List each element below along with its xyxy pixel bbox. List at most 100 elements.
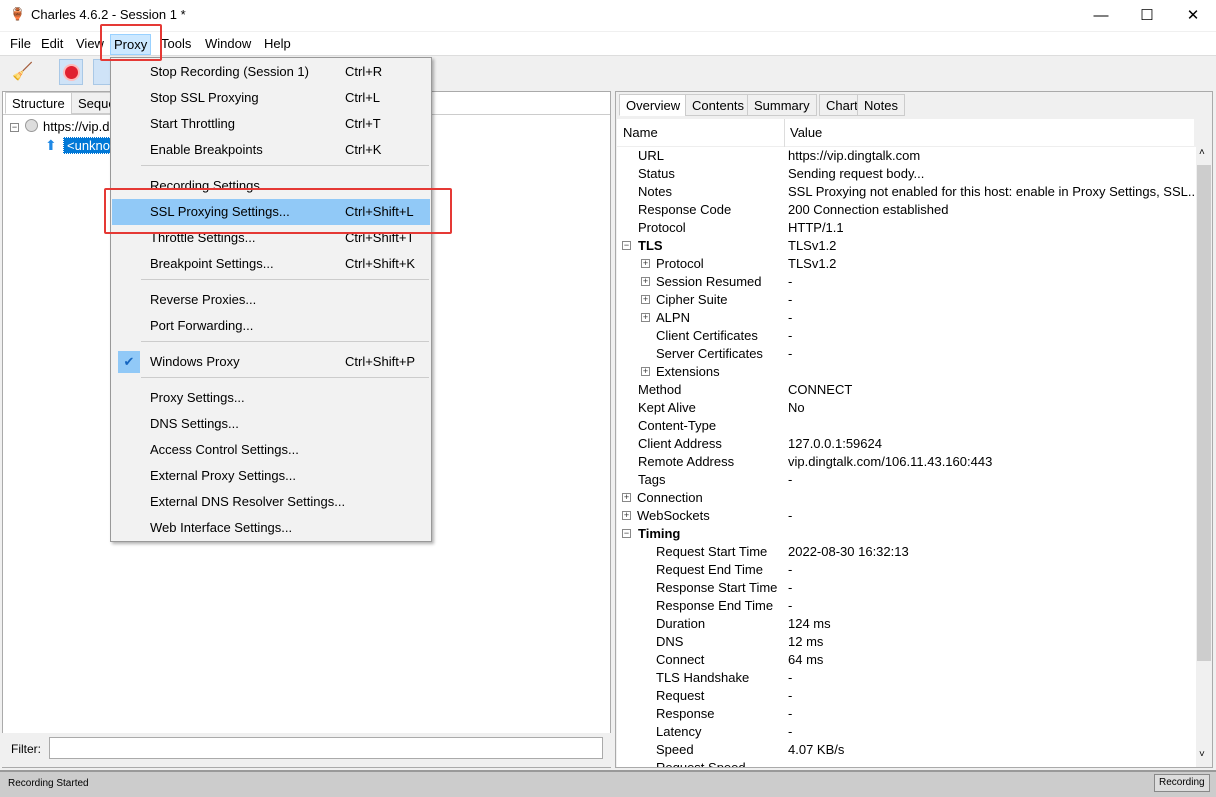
table-row[interactable]: − Timing xyxy=(617,525,1196,543)
menu-item-access-control-settings[interactable]: Access Control Settings... xyxy=(112,437,430,463)
table-row[interactable]: Server Certificates - xyxy=(617,345,1196,363)
menu-item-shortcut: Ctrl+K xyxy=(345,142,382,157)
row-name: Remote Address xyxy=(638,454,735,469)
close-button[interactable]: ✕ xyxy=(1170,0,1216,31)
column-value[interactable]: Value xyxy=(790,125,822,140)
filter-input[interactable] xyxy=(49,737,603,759)
table-row[interactable]: DNS 12 ms xyxy=(617,633,1196,651)
expand-icon[interactable]: + xyxy=(641,277,650,286)
expand-icon[interactable]: + xyxy=(641,295,650,304)
menu-item-enable-breakpoints[interactable]: Enable Breakpoints Ctrl+K xyxy=(112,137,430,163)
scroll-up-icon[interactable]: ˄ xyxy=(1199,147,1205,158)
row-value: - xyxy=(788,472,793,487)
menu-item-port-forwarding[interactable]: Port Forwarding... xyxy=(112,313,430,339)
table-row[interactable]: Request Start Time 2022-08-30 16:32:13 xyxy=(617,543,1196,561)
minimize-button[interactable]: — xyxy=(1078,0,1124,31)
tab-contents[interactable]: Contents xyxy=(685,94,752,116)
menu-separator xyxy=(141,279,429,280)
table-row[interactable]: TLS Handshake - xyxy=(617,669,1196,687)
row-value: - xyxy=(788,580,793,595)
table-row[interactable]: Request Speed xyxy=(617,759,1196,767)
table-row[interactable]: + ALPN - xyxy=(617,309,1196,327)
row-name: Connect xyxy=(656,652,705,667)
row-value: - xyxy=(788,670,793,685)
row-value: 2022-08-30 16:32:13 xyxy=(788,544,909,559)
table-row[interactable]: Response Code 200 Connection established xyxy=(617,201,1196,219)
column-name[interactable]: Name xyxy=(623,125,658,140)
table-row[interactable]: + Protocol TLSv1.2 xyxy=(617,255,1196,273)
broom-icon[interactable]: 🧹 xyxy=(12,62,33,82)
table-row[interactable]: Tags - xyxy=(617,471,1196,489)
menu-item-web-interface-settings[interactable]: Web Interface Settings... xyxy=(112,515,430,541)
menu-item-external-dns-resolver-settings[interactable]: External DNS Resolver Settings... xyxy=(112,489,430,515)
menu-item-label: Access Control Settings... xyxy=(150,442,299,457)
table-row[interactable]: Duration 124 ms xyxy=(617,615,1196,633)
table-row[interactable]: + WebSockets - xyxy=(617,507,1196,525)
maximize-button[interactable]: ☐ xyxy=(1124,0,1170,31)
table-header: Name Value xyxy=(617,119,1194,147)
table-row[interactable]: + Session Resumed - xyxy=(617,273,1196,291)
menu-tools[interactable]: Tools xyxy=(161,36,191,51)
scrollbar[interactable]: ˄ ˅ xyxy=(1196,147,1212,767)
expand-icon[interactable]: + xyxy=(641,367,650,376)
table-row[interactable]: Request - xyxy=(617,687,1196,705)
menu-file[interactable]: File xyxy=(10,36,31,51)
menu-item-label: Start Throttling xyxy=(150,116,236,131)
tab-summary[interactable]: Summary xyxy=(747,94,817,116)
expand-icon[interactable]: + xyxy=(622,511,631,520)
table-row[interactable]: + Extensions xyxy=(617,363,1196,381)
table-row[interactable]: Response - xyxy=(617,705,1196,723)
table-row[interactable]: Protocol HTTP/1.1 xyxy=(617,219,1196,237)
table-row[interactable]: Response Start Time - xyxy=(617,579,1196,597)
menu-item-windows-proxy[interactable]: ✔ Windows Proxy Ctrl+Shift+P xyxy=(112,349,430,375)
expand-icon[interactable]: + xyxy=(641,313,650,322)
scroll-down-icon[interactable]: ˅ xyxy=(1199,749,1205,760)
collapse-icon[interactable]: − xyxy=(622,241,631,250)
table-row[interactable]: Status Sending request body... xyxy=(617,165,1196,183)
row-name: URL xyxy=(638,148,665,163)
menu-help[interactable]: Help xyxy=(264,36,291,51)
record-button[interactable] xyxy=(59,59,83,85)
menu-window[interactable]: Window xyxy=(205,36,251,51)
table-row[interactable]: Response End Time - xyxy=(617,597,1196,615)
menu-item-dns-settings[interactable]: DNS Settings... xyxy=(112,411,430,437)
table-row[interactable]: Client Certificates - xyxy=(617,327,1196,345)
tab-overview[interactable]: Overview xyxy=(619,94,688,116)
scrollbar-thumb[interactable] xyxy=(1197,165,1211,661)
menu-edit[interactable]: Edit xyxy=(41,36,63,51)
row-value: 200 Connection established xyxy=(788,202,949,217)
table-row[interactable]: Kept Alive No xyxy=(617,399,1196,417)
collapse-icon[interactable]: − xyxy=(622,529,631,538)
tab-structure[interactable]: Structure xyxy=(5,92,72,114)
table-row[interactable]: Remote Address vip.dingtalk.com/106.11.43… xyxy=(617,453,1196,471)
menu-item-stop-ssl-proxying[interactable]: Stop SSL Proxying Ctrl+L xyxy=(112,85,430,111)
menu-item-breakpoint-settings[interactable]: Breakpoint Settings... Ctrl+Shift+K xyxy=(112,251,430,277)
table-row[interactable]: Content-Type xyxy=(617,417,1196,435)
collapse-icon[interactable]: − xyxy=(10,123,19,132)
expand-icon[interactable]: + xyxy=(622,493,631,502)
table-row[interactable]: Request End Time - xyxy=(617,561,1196,579)
table-row[interactable]: Connect 64 ms xyxy=(617,651,1196,669)
menu-item-reverse-proxies[interactable]: Reverse Proxies... xyxy=(112,287,430,313)
row-name: Timing xyxy=(638,526,681,541)
menu-item-stop-recording-session-1[interactable]: Stop Recording (Session 1) Ctrl+R xyxy=(112,59,430,85)
table-row[interactable]: − TLS TLSv1.2 xyxy=(617,237,1196,255)
table-row[interactable]: Method CONNECT xyxy=(617,381,1196,399)
menu-item-external-proxy-settings[interactable]: External Proxy Settings... xyxy=(112,463,430,489)
expand-icon[interactable]: + xyxy=(641,259,650,268)
table-row[interactable]: Client Address 127.0.0.1:59624 xyxy=(617,435,1196,453)
recording-button[interactable]: Recording xyxy=(1154,774,1210,792)
table-row[interactable]: Notes SSL Proxying not enabled for this h… xyxy=(617,183,1196,201)
menu-item-proxy-settings[interactable]: Proxy Settings... xyxy=(112,385,430,411)
table-row[interactable]: Speed 4.07 KB/s xyxy=(617,741,1196,759)
row-value: https://vip.dingtalk.com xyxy=(788,148,921,163)
table-row[interactable]: + Cipher Suite - xyxy=(617,291,1196,309)
table-row[interactable]: URL https://vip.dingtalk.com xyxy=(617,147,1196,165)
filter-label: Filter: xyxy=(11,742,41,756)
row-value: 4.07 KB/s xyxy=(788,742,845,757)
table-row[interactable]: Latency - xyxy=(617,723,1196,741)
row-name: Request End Time xyxy=(656,562,763,577)
tab-notes[interactable]: Notes xyxy=(857,94,905,116)
menu-item-start-throttling[interactable]: Start Throttling Ctrl+T xyxy=(112,111,430,137)
table-row[interactable]: + Connection xyxy=(617,489,1196,507)
